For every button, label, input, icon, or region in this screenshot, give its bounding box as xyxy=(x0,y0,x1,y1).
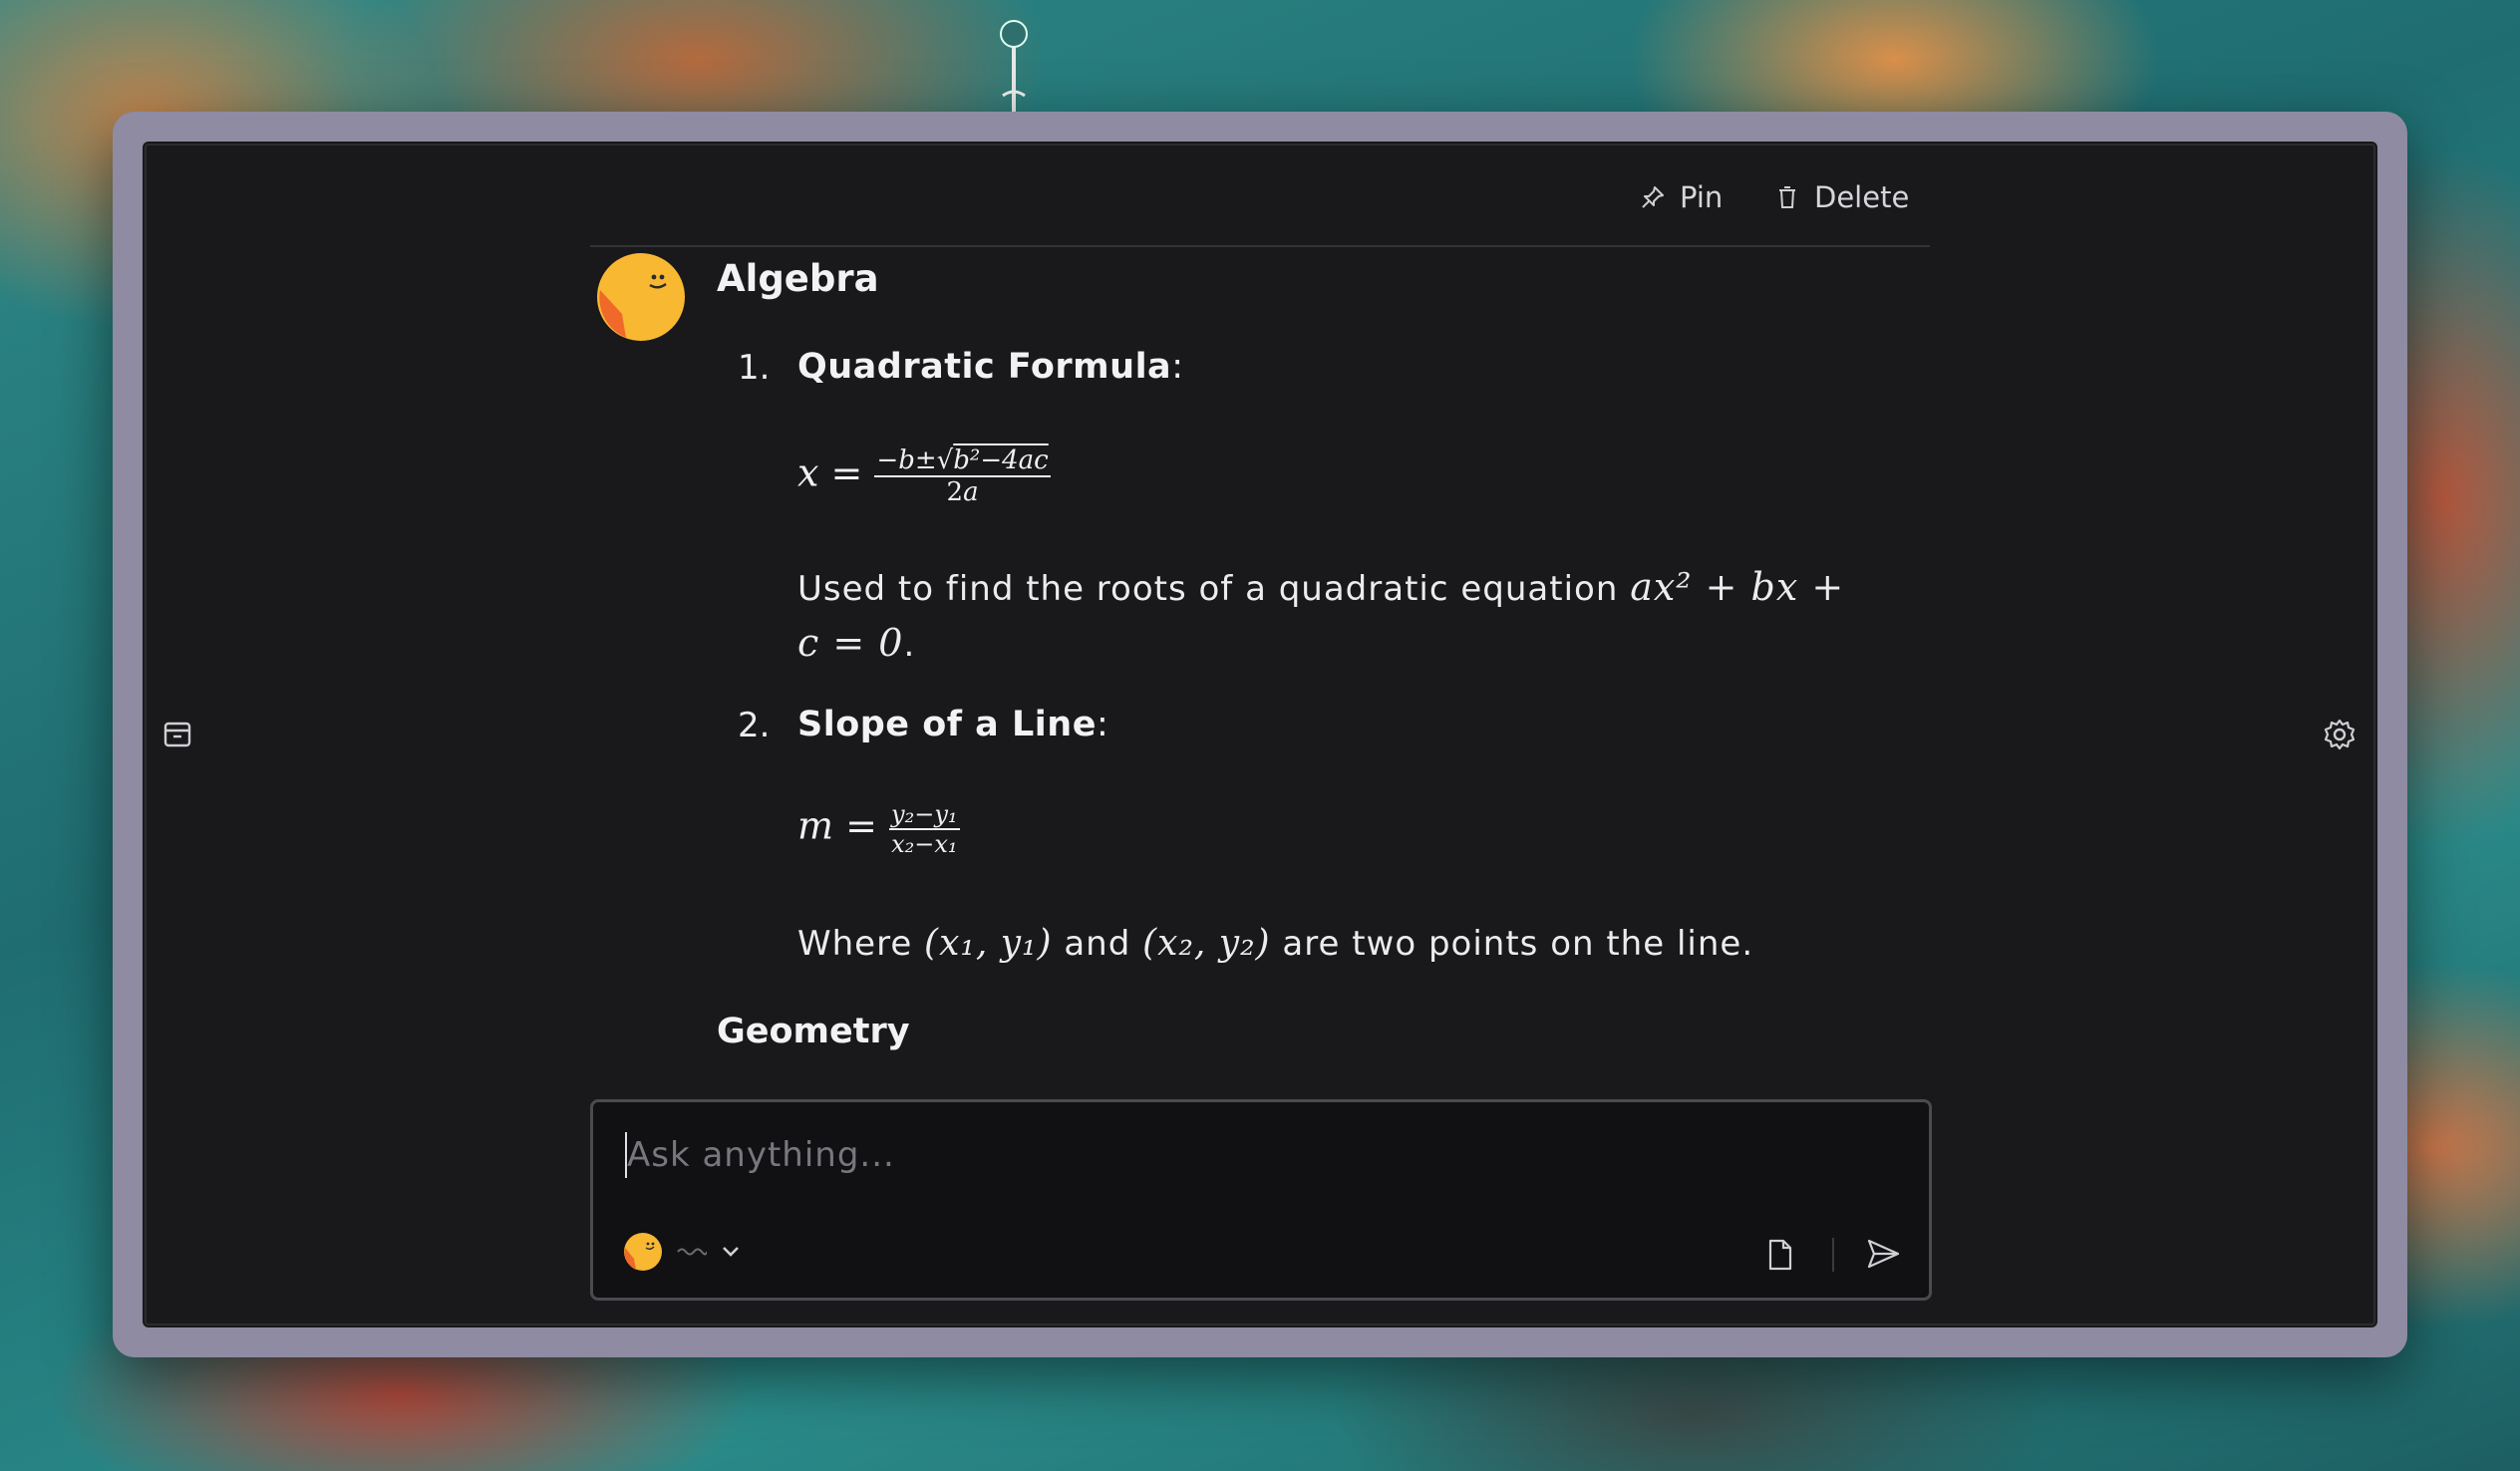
list-number: 1. xyxy=(738,348,771,388)
slope-formula: m = y₂−y₁ x₂−x₁ xyxy=(797,800,960,858)
item-title-colon: : xyxy=(1096,705,1109,744)
message-composer xyxy=(590,1099,1932,1301)
list-number: 2. xyxy=(738,706,771,745)
squiggle-icon xyxy=(677,1248,707,1256)
gear-icon[interactable] xyxy=(2323,718,2357,751)
list-item-title: Slope of a Line: xyxy=(797,705,1108,744)
description-prefix: Where xyxy=(797,924,913,964)
description-text: Used to find the roots of a quadratic eq… xyxy=(797,569,1619,609)
smiley-avatar-icon xyxy=(624,1233,662,1271)
file-icon[interactable] xyxy=(1765,1238,1795,1272)
description-period: . xyxy=(903,625,916,665)
description-mid: and xyxy=(1064,924,1131,964)
chevron-down-icon xyxy=(723,1247,739,1257)
quadratic-description: Used to find the roots of a quadratic eq… xyxy=(797,560,1914,672)
pin-icon xyxy=(1642,186,1664,208)
slope-description: Where (x₁, y₁) and (x₂, y₂) are two poin… xyxy=(797,917,1914,971)
pin-button[interactable]: Pin xyxy=(1640,177,1723,217)
conversation-toolbar: Pin Delete xyxy=(590,159,1930,247)
message-sender: Algebra xyxy=(717,257,879,300)
description-suffix: are two points on the line. xyxy=(1282,924,1754,964)
toolbar-divider xyxy=(1832,1238,1834,1272)
pin-label: Pin xyxy=(1680,180,1724,214)
chat-input[interactable] xyxy=(625,1124,1825,1186)
point-one: (x₁, y₁) xyxy=(924,923,1053,964)
list-item-title: Quadratic Formula: xyxy=(797,347,1183,387)
assistant-avatar xyxy=(597,253,685,341)
item-title-text: Slope of a Line xyxy=(797,705,1097,744)
send-icon[interactable] xyxy=(1865,1236,1901,1272)
delete-button[interactable]: Delete xyxy=(1774,177,1909,217)
model-selector[interactable] xyxy=(623,1232,741,1272)
equation-inline: ax² + bx + xyxy=(1630,565,1845,609)
quadratic-formula: x = −b±√b²−4ac 2a xyxy=(797,445,1051,507)
desktop-pin-decoration xyxy=(1000,20,1028,113)
item-title-text: Quadratic Formula xyxy=(797,347,1172,387)
archive-icon[interactable] xyxy=(161,718,193,749)
item-title-colon: : xyxy=(1171,347,1184,387)
point-two: (x₂, y₂) xyxy=(1142,923,1271,964)
equation-inline-end: c = 0 xyxy=(797,621,904,665)
delete-label: Delete xyxy=(1814,180,1910,214)
trash-icon xyxy=(1779,186,1795,208)
section-heading: Geometry xyxy=(717,1012,910,1051)
